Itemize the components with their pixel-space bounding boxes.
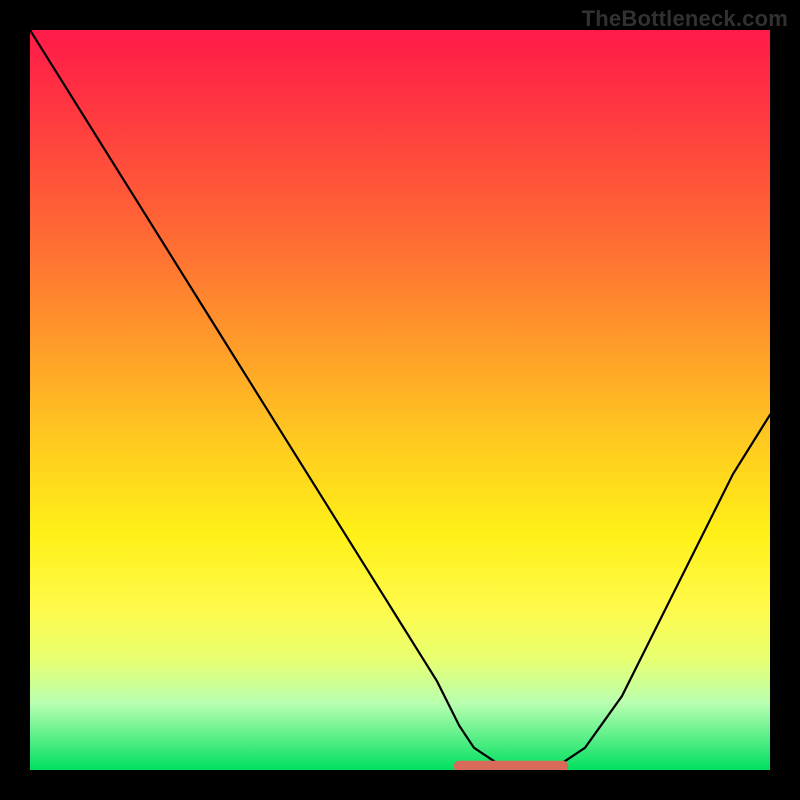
bottleneck-curve — [30, 30, 770, 766]
chart-plot-area — [30, 30, 770, 770]
watermark-text: TheBottleneck.com — [582, 6, 788, 32]
chart-svg — [30, 30, 770, 770]
